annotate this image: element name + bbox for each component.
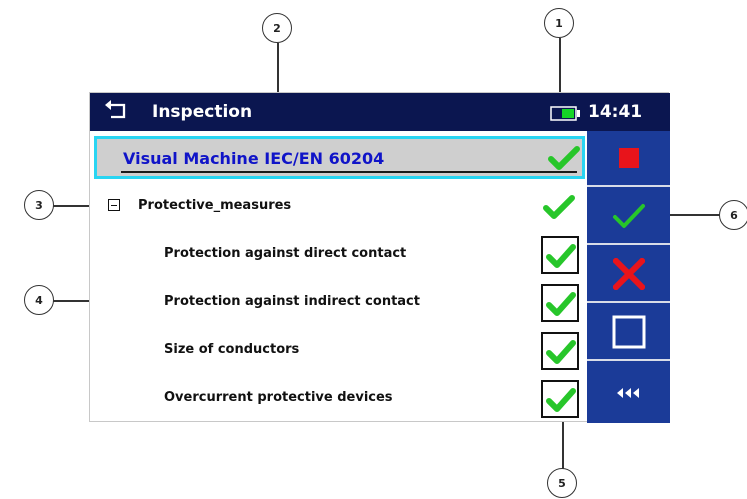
fail-button[interactable] [587,247,670,303]
pass-check-icon [548,146,580,170]
collapse-icon[interactable] [108,199,120,211]
list-item[interactable]: Size of conductors [90,327,585,375]
back-button[interactable] [587,363,670,423]
pass-check-icon [546,244,576,268]
pass-button[interactable] [587,189,670,245]
status-checkbox[interactable] [541,380,579,418]
status-checkbox[interactable] [541,332,579,370]
title-bar: Inspection 14:41 [90,93,670,131]
back-triple-arrow-icon [616,388,639,398]
status-checkbox[interactable] [541,236,579,274]
pass-check-icon [543,195,575,219]
callout-2: 2 [262,13,292,43]
callout-3: 3 [24,190,54,220]
item-label: Protection against direct contact [164,246,407,261]
stop-icon [618,148,639,168]
checkbox-empty-icon [612,315,645,349]
pass-check-icon [546,388,576,412]
selected-test-label: Visual Machine IEC/EN 60204 [123,149,385,168]
selected-test-row[interactable]: Visual Machine IEC/EN 60204 [94,136,585,179]
callout-6: 6 [719,200,747,230]
back-arrow-icon[interactable] [104,99,130,123]
pass-check-icon [612,204,645,228]
item-label: Protection against indirect contact [164,294,420,309]
callout-1: 1 [544,8,574,38]
page-title: Inspection [152,102,253,122]
pass-check-icon [546,340,576,364]
group-label: Protective_measures [138,198,292,213]
side-panel [587,131,670,423]
group-row[interactable]: Protective_measures [90,183,585,231]
battery-icon [550,106,580,121]
stop-button[interactable] [587,131,670,187]
selected-underline [121,171,577,173]
status-checkbox[interactable] [541,284,579,322]
clock-time: 14:41 [588,102,643,122]
list-item[interactable]: Overcurrent protective devices [90,375,585,423]
fail-x-icon [612,258,645,290]
list-item[interactable]: Protection against direct contact [90,231,585,279]
callout-5: 5 [547,468,577,498]
device-screen: Inspection 14:41 Visual Machine IEC/EN 6… [89,92,670,423]
item-label: Overcurrent protective devices [164,390,393,405]
pass-check-icon [546,292,576,316]
clear-status-button[interactable] [587,305,670,361]
list-item[interactable]: Protection against indirect contact [90,279,585,327]
callout-4: 4 [24,285,54,315]
item-label: Size of conductors [164,342,300,357]
